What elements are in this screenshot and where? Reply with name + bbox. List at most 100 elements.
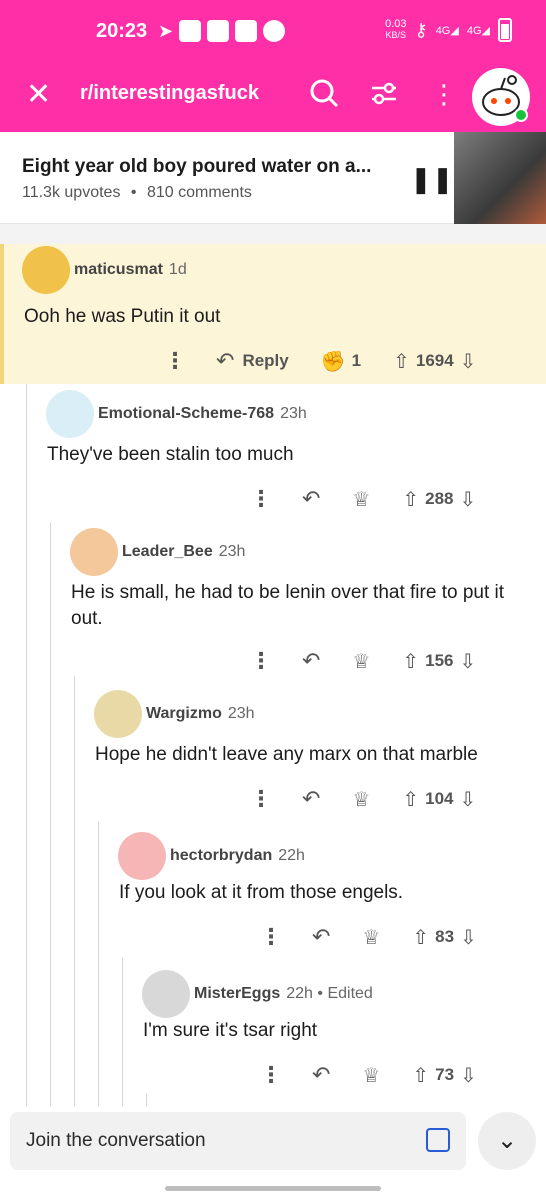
upvote-icon[interactable]: ⇧ bbox=[412, 1063, 429, 1088]
comment-username[interactable]: maticusmat bbox=[74, 261, 163, 279]
more-icon[interactable]: ⋮ bbox=[164, 348, 186, 374]
comment-username[interactable]: hectorbrydan bbox=[170, 847, 272, 865]
avatar[interactable] bbox=[70, 528, 118, 576]
comment-body: Ooh he was Putin it out bbox=[24, 306, 221, 327]
avatar[interactable] bbox=[142, 970, 190, 1018]
downvote-icon[interactable]: ⇩ bbox=[460, 925, 477, 950]
reply-icon[interactable]: ↶ bbox=[216, 348, 234, 374]
reply-icon[interactable]: ↶ bbox=[312, 1062, 330, 1088]
award-icon[interactable]: ♕ bbox=[352, 649, 370, 674]
comment-body: He is small, he had to be lenin over tha… bbox=[71, 582, 505, 629]
divider bbox=[0, 224, 546, 244]
composer-placeholder[interactable]: Join the conversation bbox=[26, 1130, 206, 1152]
network-speed: 0.03 KB/S bbox=[385, 18, 407, 41]
comment-username[interactable]: Wargizmo bbox=[146, 705, 222, 723]
avatar[interactable] bbox=[46, 390, 94, 438]
downvote-icon[interactable]: ⇩ bbox=[460, 787, 477, 812]
post-meta: 11.3k upvotes • 810 comments bbox=[22, 184, 252, 202]
downvote-icon[interactable]: ⇩ bbox=[460, 487, 477, 512]
status-bar: 20:23 ➤ 0.03 KB/S ⚷ 4G◢ 4G◢ bbox=[0, 0, 546, 62]
award-icon[interactable]: ♕ bbox=[352, 787, 370, 812]
more-icon[interactable]: ⋮ bbox=[428, 78, 460, 110]
downvote-icon[interactable]: ⇩ bbox=[460, 349, 477, 374]
award-icon[interactable]: ♕ bbox=[362, 925, 380, 950]
vote-score: 1694 bbox=[415, 351, 454, 370]
comment-username[interactable]: Emotional-Scheme-768 bbox=[98, 405, 274, 423]
more-icon[interactable]: ⋮ bbox=[260, 924, 282, 950]
comment-time: 22h • Edited bbox=[286, 985, 373, 1002]
reply-button[interactable]: Reply bbox=[242, 351, 288, 371]
more-icon[interactable]: ⋮ bbox=[250, 786, 272, 812]
award-icon[interactable]: ♕ bbox=[362, 1063, 380, 1088]
app-icon bbox=[207, 20, 230, 42]
reply-icon[interactable]: ↶ bbox=[302, 486, 320, 512]
image-icon[interactable] bbox=[426, 1128, 450, 1152]
award-icon[interactable]: ✊ bbox=[321, 349, 346, 374]
comment-count: 810 comments bbox=[146, 184, 252, 201]
award-icon[interactable]: ♕ bbox=[352, 487, 370, 512]
avatar[interactable] bbox=[118, 832, 166, 880]
signal-icon: 4G◢ bbox=[435, 24, 459, 37]
home-indicator[interactable] bbox=[165, 1186, 381, 1191]
downvote-icon[interactable]: ⇩ bbox=[460, 649, 477, 674]
comment-composer[interactable]: Join the conversation bbox=[10, 1112, 466, 1170]
comment-body: I'm sure it's tsar right bbox=[143, 1020, 318, 1041]
comment-body: If you look at it from those engels. bbox=[119, 882, 404, 903]
online-status-dot bbox=[514, 108, 528, 122]
post-thumbnail[interactable] bbox=[454, 132, 546, 224]
pause-icon[interactable]: ❚❚ bbox=[410, 164, 454, 195]
comment-time: 23h bbox=[227, 705, 255, 722]
comment-actions: ⋮ ↶ ♕ ⇧ 288 ⇩ bbox=[250, 486, 476, 512]
upvote-icon[interactable]: ⇧ bbox=[402, 487, 419, 512]
close-icon[interactable]: ✕ bbox=[26, 80, 51, 110]
avatar[interactable] bbox=[94, 690, 142, 738]
comment-actions: ⋮ ↶ ♕ ⇧ 156 ⇩ bbox=[250, 648, 476, 674]
key-icon: ⚷ bbox=[414, 19, 428, 40]
more-icon[interactable]: ⋮ bbox=[260, 1062, 282, 1088]
thread-line bbox=[146, 1094, 147, 1106]
vote-score: 288 bbox=[425, 489, 454, 508]
comment-username[interactable]: MisterEggs bbox=[194, 985, 280, 1003]
subreddit-name[interactable]: r/interestingasfuck bbox=[80, 82, 259, 105]
upvote-icon[interactable]: ⇧ bbox=[402, 787, 419, 812]
status-time: 20:23 bbox=[96, 20, 148, 42]
comment-header: Wargizmo 23h bbox=[94, 690, 255, 738]
vote-score: 73 bbox=[435, 1065, 455, 1084]
comment-body: They've been stalin too much bbox=[47, 444, 294, 465]
search-icon[interactable] bbox=[308, 78, 340, 110]
upvote-icon[interactable]: ⇧ bbox=[412, 925, 429, 950]
post-title[interactable]: Eight year old boy poured water on a... bbox=[22, 156, 371, 178]
comment-header: Emotional-Scheme-768 23h bbox=[46, 390, 307, 438]
user-avatar[interactable] bbox=[472, 68, 530, 126]
comment-time: 22h bbox=[278, 847, 305, 864]
thread-line bbox=[50, 522, 51, 1106]
signal-icon: 4G◢ bbox=[466, 24, 490, 37]
comment-username[interactable]: Leader_Bee bbox=[122, 543, 213, 561]
more-icon[interactable]: ⋮ bbox=[250, 486, 272, 512]
comment-actions: ⋮ ↶ Reply ✊ 1 ⇧ 1694 ⇩ bbox=[164, 348, 476, 374]
thread-line bbox=[98, 822, 99, 1106]
downvote-icon[interactable]: ⇩ bbox=[460, 1063, 477, 1088]
upvote-icon[interactable]: ⇧ bbox=[393, 349, 410, 374]
vote-score: 83 bbox=[435, 927, 455, 946]
upvote-count: 11.3k upvotes bbox=[22, 184, 121, 201]
filter-icon[interactable] bbox=[368, 78, 400, 110]
thread-line bbox=[74, 676, 75, 1106]
chevron-down-icon[interactable]: ⌄ bbox=[478, 1112, 536, 1170]
thread-line bbox=[26, 384, 27, 1106]
comment-time: 23h bbox=[280, 405, 307, 422]
vote-score: 156 bbox=[425, 651, 454, 670]
reply-icon[interactable]: ↶ bbox=[302, 786, 320, 812]
upvote-icon[interactable]: ⇧ bbox=[402, 649, 419, 674]
reply-icon[interactable]: ↶ bbox=[312, 924, 330, 950]
post-header[interactable]: Eight year old boy poured water on a... … bbox=[0, 132, 546, 224]
comment-actions: ⋮ ↶ ♕ ⇧ 73 ⇩ bbox=[260, 1062, 477, 1088]
comment-header: hectorbrydan 22h bbox=[118, 832, 305, 880]
top-nav: ✕ r/interestingasfuck ⋮ bbox=[0, 62, 546, 132]
avatar[interactable] bbox=[22, 246, 70, 294]
app-icon bbox=[235, 20, 258, 42]
more-icon[interactable]: ⋮ bbox=[250, 648, 272, 674]
comment-time: 1d bbox=[168, 261, 187, 278]
reply-icon[interactable]: ↶ bbox=[302, 648, 320, 674]
system-icons: 0.03 KB/S ⚷ 4G◢ 4G◢ bbox=[385, 18, 512, 42]
